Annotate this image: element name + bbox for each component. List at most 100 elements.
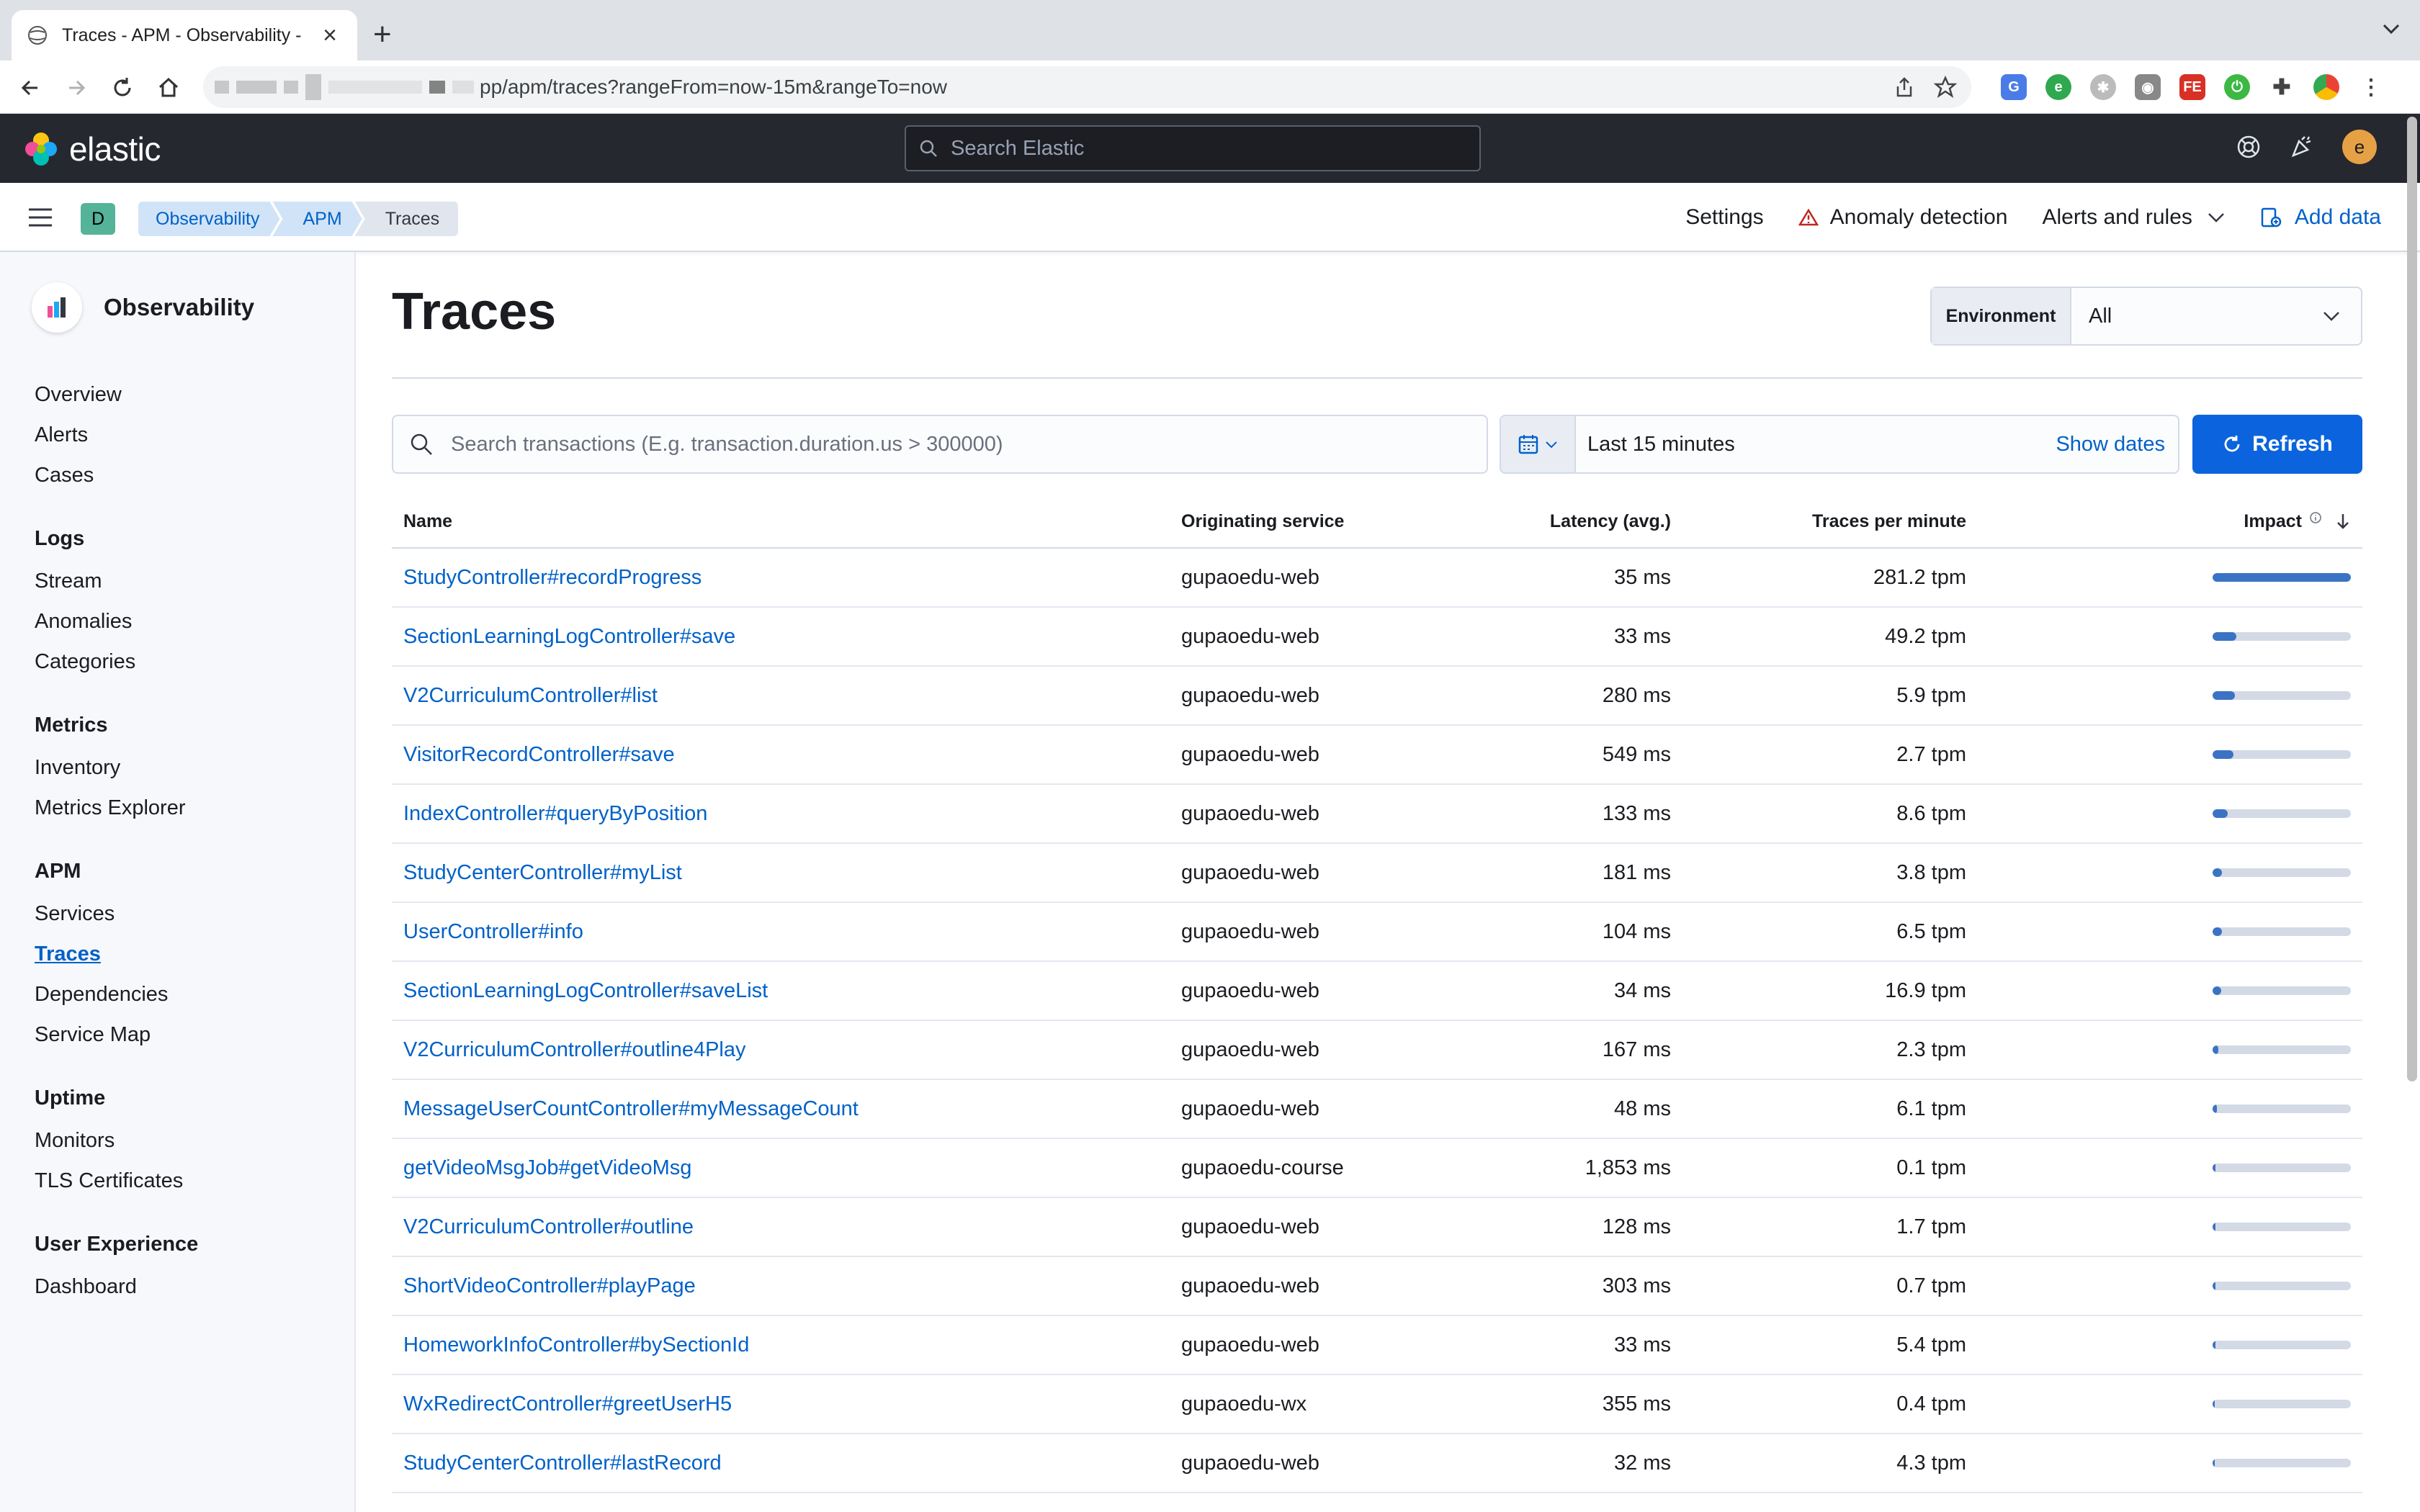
sidebar-item-overview[interactable]: Overview [35, 374, 198, 415]
sidebar-item-stream[interactable]: Stream [35, 561, 198, 601]
sidebar-item-service-map[interactable]: Service Map [35, 1014, 198, 1055]
environment-value: All [2089, 304, 2112, 328]
evernote-extension-icon[interactable]: e [2045, 74, 2071, 100]
impact-bar [2213, 1104, 2351, 1113]
transaction-name-link[interactable]: V2CurriculumController#outline [403, 1215, 694, 1238]
close-tab-icon[interactable]: × [317, 22, 343, 50]
transaction-name-link[interactable]: SectionLearningLogController#save [403, 625, 735, 648]
sidebar-title: Observability [104, 294, 255, 320]
sidebar-group-metrics: Metrics [35, 714, 108, 737]
column-impact[interactable]: Impact [1966, 511, 2362, 532]
sidebar-item-cases[interactable]: Cases [35, 455, 198, 495]
breadcrumb-apm[interactable]: APM [273, 202, 362, 236]
table-row: VisitorRecordController#save gupaoedu-web… [392, 726, 2362, 785]
impact-cell [1966, 1223, 2362, 1231]
sidebar-item-metrics-explorer[interactable]: Metrics Explorer [35, 788, 198, 828]
extension-gear-icon[interactable]: ✱ [2090, 74, 2116, 100]
sidebar-item-alerts[interactable]: Alerts [35, 415, 198, 455]
sidebar-item-inventory[interactable]: Inventory [35, 747, 198, 788]
breadcrumb-observability[interactable]: Observability [138, 202, 280, 236]
impact-bar [2213, 632, 2351, 641]
space-avatar[interactable]: D [81, 203, 115, 235]
originating-service-cell: gupaoedu-web [1181, 1333, 1319, 1356]
camera-extension-icon[interactable]: ◉ [2135, 74, 2161, 100]
reload-icon[interactable] [108, 73, 137, 102]
transaction-name-link[interactable]: HomeworkInfoController#bySectionId [403, 1333, 749, 1356]
alerts-and-rules-menu[interactable]: Alerts and rules [2042, 205, 2225, 230]
impact-bar-fill [2213, 750, 2233, 759]
share-icon[interactable] [1894, 76, 1915, 98]
quick-select-button[interactable] [1501, 416, 1576, 472]
breadcrumb-bar: D Observability APM Traces Settings Anom… [0, 183, 2420, 252]
menu-hamburger-icon[interactable] [27, 206, 53, 229]
title-divider [392, 377, 2362, 379]
extensions-puzzle-icon[interactable]: ✚ [2269, 74, 2295, 100]
chevron-down-icon [2208, 213, 2224, 222]
forward-arrow-icon[interactable] [62, 73, 91, 102]
refresh-label: Refresh [2252, 432, 2333, 456]
sidebar-item-categories[interactable]: Categories [35, 642, 198, 682]
impact-cell [1966, 809, 2362, 818]
elastic-logo[interactable]: elastic [23, 130, 161, 168]
environment-select[interactable]: Environment All [1930, 287, 2362, 346]
back-arrow-icon[interactable] [16, 73, 45, 102]
page-scrollbar[interactable] [2407, 117, 2417, 1081]
sidebar-item-dashboard[interactable]: Dashboard [35, 1266, 198, 1307]
date-range-label[interactable]: Last 15 minutes [1587, 433, 2056, 456]
help-icon[interactable] [2236, 134, 2262, 160]
transaction-name-link[interactable]: VisitorRecordController#save [403, 743, 675, 766]
transaction-name-link[interactable]: StudyCenterController#lastRecord [403, 1452, 722, 1475]
transaction-name-link[interactable]: V2CurriculumController#outline4Play [403, 1038, 746, 1061]
news-feed-icon[interactable] [2289, 134, 2315, 160]
transaction-search[interactable] [392, 415, 1488, 474]
global-search[interactable] [905, 125, 1481, 171]
column-latency[interactable]: Latency (avg.) [1455, 511, 1671, 532]
transaction-name-link[interactable]: StudyController#recordProgress [403, 566, 702, 589]
search-icon [411, 433, 432, 455]
transaction-search-input[interactable] [449, 431, 1458, 457]
transaction-name-link[interactable]: SectionLearningLogController#saveList [403, 979, 768, 1002]
sidebar-item-anomalies[interactable]: Anomalies [35, 601, 198, 642]
originating-service-cell: gupaoedu-web [1181, 919, 1319, 943]
add-data-link[interactable]: Add data [2260, 205, 2381, 230]
transaction-name-link[interactable]: WxRedirectController#greetUserH5 [403, 1392, 732, 1416]
show-dates-link[interactable]: Show dates [2056, 433, 2165, 456]
green-extension-icon[interactable]: ⏻ [2224, 74, 2250, 100]
chrome-profile-icon[interactable] [2313, 74, 2339, 100]
column-traces-per-minute[interactable]: Traces per minute [1671, 511, 1966, 532]
translate-extension-icon[interactable]: G [2001, 74, 2027, 100]
sidebar-item-services[interactable]: Services [35, 894, 198, 934]
transaction-name-link[interactable]: UserController#info [403, 920, 583, 943]
global-search-input[interactable] [949, 135, 1453, 161]
sidebar-item-tls-certificates[interactable]: TLS Certificates [35, 1161, 198, 1201]
refresh-button[interactable]: Refresh [2192, 415, 2362, 474]
browser-tab[interactable]: Traces - APM - Observability - × [12, 10, 357, 60]
transaction-name-link[interactable]: StudyCenterController#myList [403, 861, 682, 884]
impact-bar-fill [2213, 1341, 2215, 1349]
column-originating-service[interactable]: Originating service [1181, 511, 1455, 532]
fe-extension-icon[interactable]: FE [2179, 74, 2205, 100]
transaction-name-link[interactable]: ShortVideoController#playPage [403, 1274, 696, 1297]
transaction-name-link[interactable]: V2CurriculumController#list [403, 684, 658, 707]
anomaly-detection-link[interactable]: Anomaly detection [1798, 205, 2007, 230]
table-row: SectionLearningLogController#saveList gup… [392, 962, 2362, 1021]
home-icon[interactable] [154, 73, 183, 102]
new-tab-icon[interactable]: + [373, 16, 392, 53]
sidebar-item-monitors[interactable]: Monitors [35, 1120, 198, 1161]
transaction-name-link[interactable]: getVideoMsgJob#getVideoMsg [403, 1156, 691, 1179]
bookmark-star-icon[interactable] [1934, 76, 1957, 99]
sidebar-item-dependencies[interactable]: Dependencies [35, 974, 198, 1014]
redacted-host [215, 74, 474, 100]
column-name[interactable]: Name [392, 511, 1181, 532]
browser-menu-icon[interactable]: ⋮ [2358, 74, 2384, 100]
impact-cell [1966, 868, 2362, 877]
settings-link[interactable]: Settings [1685, 205, 1763, 230]
transaction-name-link[interactable]: IndexController#queryByPosition [403, 802, 707, 825]
impact-bar [2213, 750, 2351, 759]
user-avatar[interactable]: e [2342, 130, 2377, 164]
sidebar-item-traces[interactable]: Traces [35, 934, 198, 974]
tab-search-chevron-icon[interactable] [2381, 22, 2401, 36]
transaction-name-link[interactable]: MessageUserCountController#myMessageCoun… [403, 1097, 859, 1120]
address-bar[interactable]: pp/apm/traces?rangeFrom=now-15m&rangeTo=… [203, 66, 1971, 108]
latency-cell: 167 ms [1602, 1038, 1671, 1061]
